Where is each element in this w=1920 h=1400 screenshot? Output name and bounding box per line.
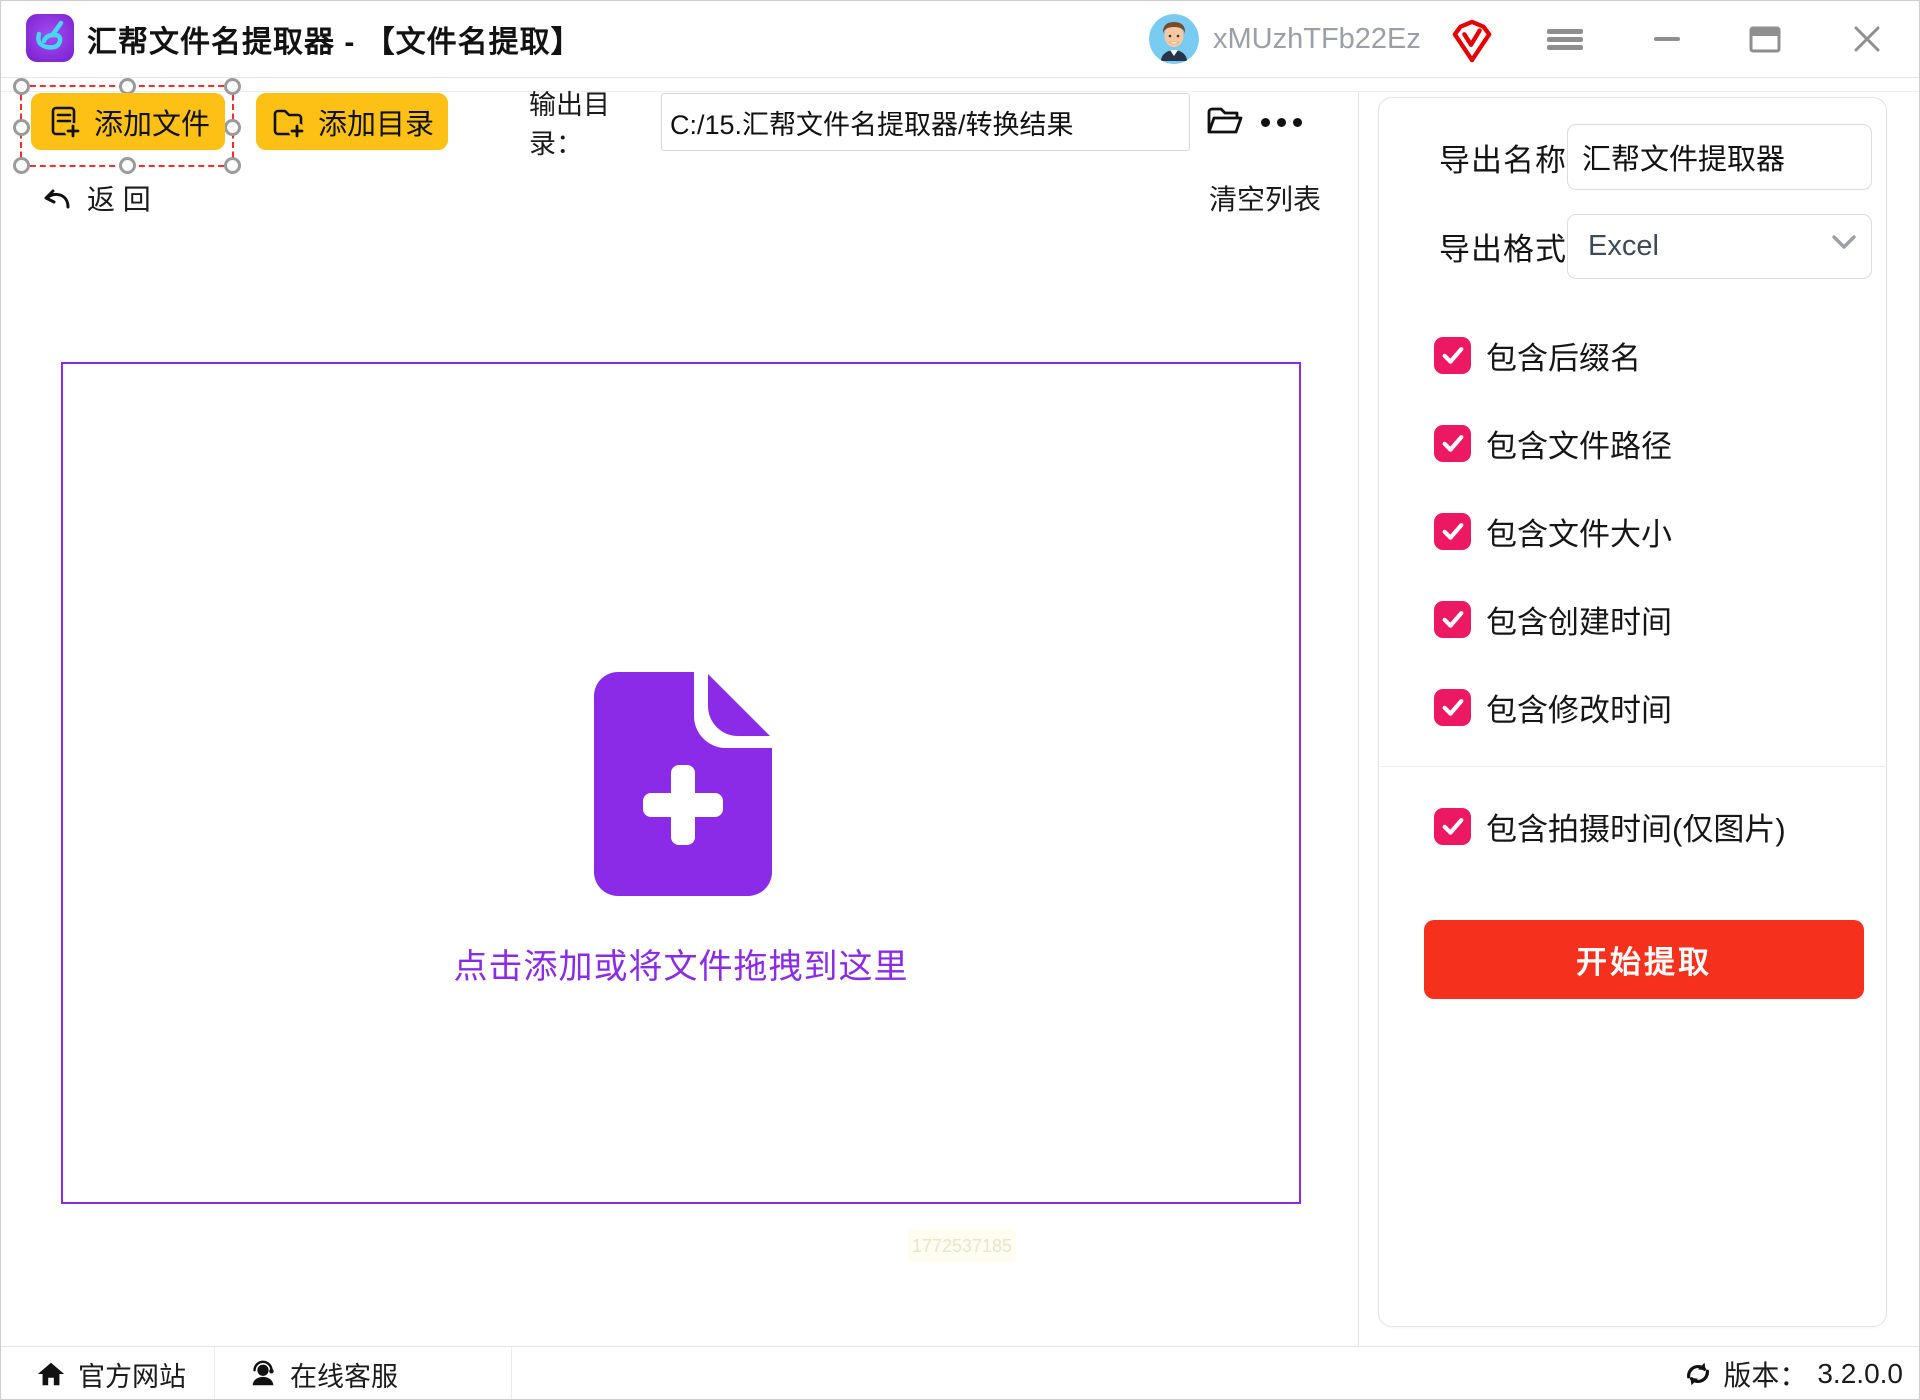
menu-icon[interactable] — [1535, 1, 1595, 77]
export-name-label: 导出名称 — [1379, 135, 1567, 180]
checkbox-checked-icon[interactable] — [1434, 689, 1471, 726]
checkbox-row[interactable]: 包含文件路径 — [1434, 424, 1672, 462]
support-agent-icon — [248, 1359, 278, 1389]
version-label: 版本： — [1723, 1354, 1807, 1394]
back-button[interactable]: 返 回 — [39, 179, 151, 217]
home-icon — [36, 1359, 66, 1389]
maximize-button[interactable] — [1735, 1, 1795, 77]
checkbox-checked-icon[interactable] — [1434, 513, 1471, 550]
sidebar-divider — [1358, 91, 1359, 1346]
checkbox-label: 包含文件大小 — [1486, 509, 1672, 554]
photo-time-checkbox-label: 包含拍摄时间(仅图片) — [1486, 804, 1786, 849]
footer-divider — [511, 1347, 512, 1400]
more-options-icon[interactable] — [1253, 97, 1309, 147]
checkbox-label: 包含修改时间 — [1486, 685, 1672, 730]
checkbox-row[interactable]: 包含创建时间 — [1434, 600, 1672, 638]
online-support-label: 在线客服 — [290, 1355, 398, 1394]
official-website-label: 官方网站 — [78, 1355, 186, 1394]
export-format-label: 导出格式 — [1379, 224, 1567, 269]
add-file-label: 添加文件 — [94, 101, 210, 143]
close-button[interactable] — [1837, 1, 1897, 77]
add-directory-label: 添加目录 — [318, 101, 434, 143]
photo-time-checkbox-row[interactable]: 包含拍摄时间(仅图片) — [1434, 807, 1786, 845]
clear-list-button[interactable]: 清空列表 — [1209, 179, 1321, 217]
app-logo-icon — [25, 13, 75, 63]
user-avatar[interactable] — [1149, 14, 1199, 64]
footer-bar: 官方网站 在线客服 — [1, 1346, 1919, 1400]
vip-badge-icon[interactable] — [1451, 19, 1493, 63]
checkbox-checked-icon[interactable] — [1434, 601, 1471, 638]
export-settings-panel: 导出名称 导出格式 Excel 包 — [1378, 97, 1887, 1327]
options-divider — [1380, 766, 1885, 767]
file-drop-zone[interactable]: 点击添加或将文件拖拽到这里 — [61, 362, 1301, 1204]
checkbox-label: 包含创建时间 — [1486, 597, 1672, 642]
chevron-down-icon — [1831, 233, 1857, 251]
online-support-link[interactable]: 在线客服 — [248, 1347, 398, 1400]
add-file-button[interactable]: 添加文件 — [31, 93, 225, 150]
checkbox-checked-icon[interactable] — [1434, 337, 1471, 374]
username-text: xMUzhTFb22Ez — [1213, 1, 1421, 77]
checkbox-label: 包含后缀名 — [1486, 333, 1641, 378]
checkbox-row[interactable]: 包含修改时间 — [1434, 688, 1672, 726]
content-top-divider — [1, 91, 1919, 92]
watermark: 1772537185 — [908, 1229, 1016, 1263]
export-format-value: Excel — [1568, 230, 1659, 263]
output-dir-input[interactable] — [661, 93, 1190, 151]
checkbox-row[interactable]: 包含文件大小 — [1434, 512, 1672, 550]
undo-arrow-icon — [39, 183, 73, 213]
export-name-input[interactable] — [1567, 124, 1872, 190]
version-value: 3.2.0.0 — [1817, 1358, 1903, 1390]
checkbox-checked-icon[interactable] — [1434, 808, 1471, 845]
update-refresh-icon — [1683, 1359, 1713, 1389]
add-directory-icon — [270, 104, 306, 140]
version-info: 版本： 3.2.0.0 — [1683, 1347, 1903, 1400]
official-website-link[interactable]: 官方网站 — [36, 1347, 186, 1400]
add-directory-button[interactable]: 添加目录 — [256, 93, 448, 150]
title-bar: 汇帮文件名提取器 - 【文件名提取】 xMUzhTFb22Ez — [1, 1, 1919, 78]
footer-divider — [214, 1347, 215, 1400]
checkbox-row[interactable]: 包含后缀名 — [1434, 336, 1641, 374]
minimize-button[interactable] — [1637, 1, 1697, 77]
output-dir-label: 输出目录： — [529, 93, 651, 151]
add-file-icon — [46, 104, 82, 140]
checkbox-label: 包含文件路径 — [1486, 421, 1672, 466]
browse-folder-icon[interactable] — [1201, 97, 1247, 147]
start-extract-button[interactable]: 开始提取 — [1424, 920, 1864, 999]
checkbox-checked-icon[interactable] — [1434, 425, 1471, 462]
window-title: 汇帮文件名提取器 - 【文件名提取】 — [87, 1, 582, 77]
app-window: 汇帮文件名提取器 - 【文件名提取】 xMUzhTFb22Ez — [0, 0, 1920, 1400]
export-format-select[interactable]: Excel — [1567, 214, 1872, 279]
back-label: 返 回 — [87, 178, 151, 218]
drop-zone-hint: 点击添加或将文件拖拽到这里 — [63, 939, 1299, 988]
add-file-big-icon — [594, 672, 772, 896]
